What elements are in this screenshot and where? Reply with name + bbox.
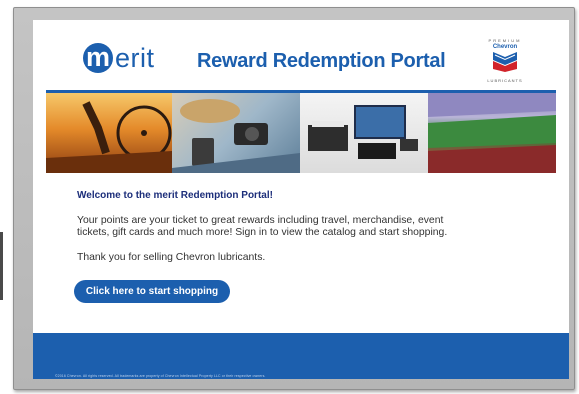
merit-logo: m erit [83, 41, 155, 75]
electronics-photo [300, 93, 428, 173]
cyclist-photo [46, 93, 172, 173]
stadium-photo [428, 93, 556, 173]
email-frame: m erit Reward Redemption Portal PREMIUM … [13, 7, 575, 390]
photo-banner [46, 93, 556, 173]
footer [33, 333, 569, 379]
chevron-emblem-icon [493, 52, 517, 72]
footer-copyright: ©2016 Chevron. All rights reserved. All … [55, 374, 266, 378]
page-title: Reward Redemption Portal [197, 50, 446, 72]
chevron-logo: PREMIUM Chevron LUBRICANTS [481, 38, 529, 86]
chevron-lubricants-text: LUBRICANTS [487, 78, 523, 83]
welcome-heading: Welcome to the merit Redemption Portal! [77, 190, 273, 201]
left-edge-mark [0, 232, 3, 300]
email-page: m erit Reward Redemption Portal PREMIUM … [33, 20, 569, 379]
thanks-paragraph: Thank you for selling Chevron lubricants… [77, 252, 266, 263]
header: m erit Reward Redemption Portal PREMIUM … [33, 20, 569, 93]
body-paragraph: Your points are your ticket to great rew… [77, 215, 448, 238]
chevron-premium-text: PREMIUM [488, 38, 522, 43]
start-shopping-button[interactable]: Click here to start shopping [74, 280, 230, 303]
merit-logo-word: erit [115, 42, 155, 73]
travel-items-photo [172, 93, 300, 173]
merit-logo-mark: m [83, 43, 113, 73]
